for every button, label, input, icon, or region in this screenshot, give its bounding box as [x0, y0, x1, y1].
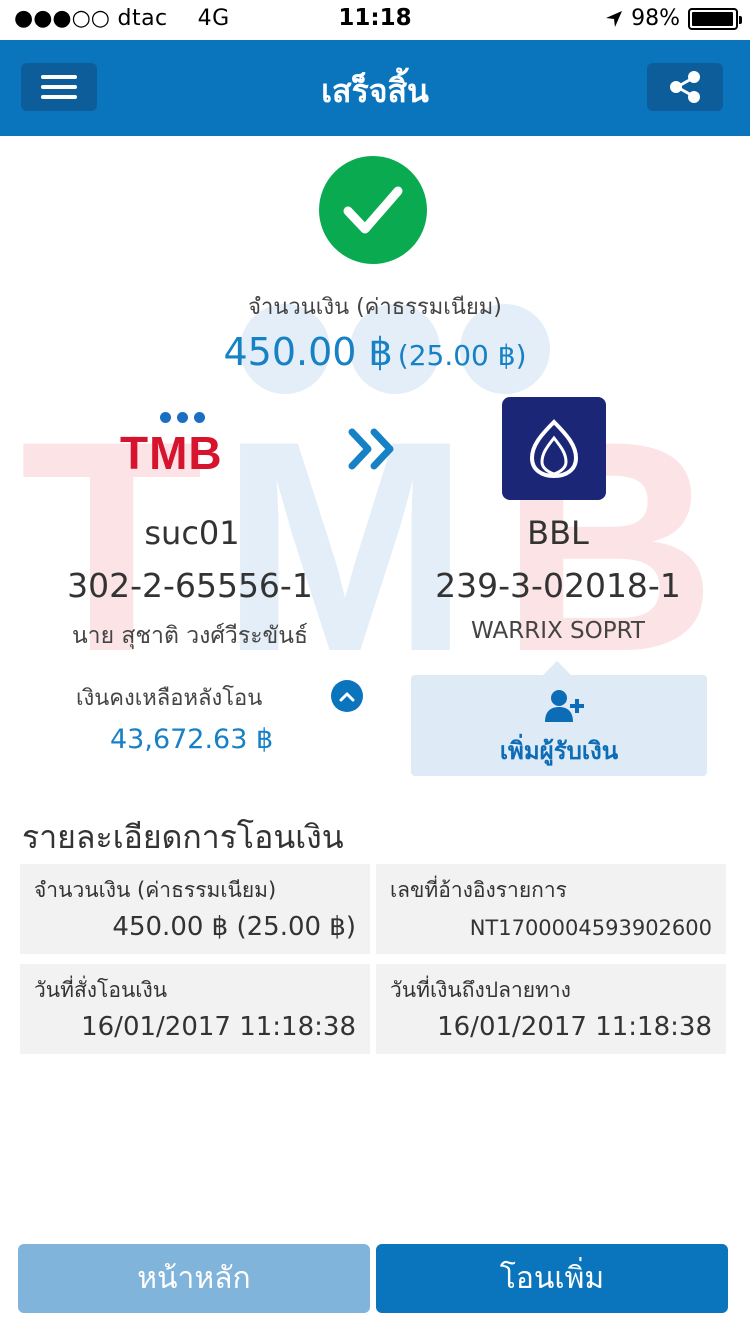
bbl-bank-logo: [502, 397, 606, 500]
from-account-name: suc01: [144, 514, 240, 552]
balance-value: 43,672.63 ฿: [110, 724, 274, 755]
transfer-more-button[interactable]: โอนเพิ่ม: [376, 1244, 728, 1313]
detail-value: 16/01/2017 11:18:38: [437, 1012, 712, 1042]
detail-reference-cell: เลขที่อ้างอิงรายการ NT1700004593902600: [376, 864, 726, 954]
detail-value: NT1700004593902600: [469, 916, 712, 940]
detail-value: 16/01/2017 11:18:38: [81, 1012, 356, 1042]
battery-icon: [688, 7, 742, 30]
amount-label: จำนวนเงิน (ค่าธรรมเนียม): [248, 295, 502, 320]
add-user-icon: [545, 690, 584, 722]
add-payee-label: เพิ่มผู้รับเงิน: [499, 737, 619, 765]
status-bar: ●●●○○ dtac 4G 11:18 98%: [0, 0, 750, 40]
battery-percent: 98%: [631, 6, 680, 31]
from-account-number: 302-2-65556-1: [67, 566, 313, 605]
detail-arrival-date-cell: วันที่เงินถึงปลายทาง 16/01/2017 11:18:38: [376, 964, 726, 1054]
check-icon: [343, 186, 403, 234]
transfer-complete-screen: ●●●○○ dtac 4G 11:18 98% เสร็จสิ้น T M B …: [0, 0, 750, 1334]
share-button[interactable]: [647, 63, 723, 111]
home-button[interactable]: หน้าหลัก: [18, 1244, 370, 1313]
to-account-number: 239-3-02018-1: [435, 566, 681, 605]
detail-label: วันที่เงินถึงปลายทาง: [390, 978, 571, 1002]
detail-label: วันที่สั่งโอนเงิน: [34, 978, 168, 1002]
amount-summary: 450.00 ฿ (25.00 ฿): [0, 330, 750, 374]
detail-label: จำนวนเงิน (ค่าธรรมเนียม): [34, 878, 277, 902]
location-arrow-icon: [606, 10, 623, 27]
detail-amount-cell: จำนวนเงิน (ค่าธรรมเนียม) 450.00 ฿ (25.00…: [20, 864, 370, 954]
detail-value: 450.00 ฿ (25.00 ฿): [112, 912, 356, 942]
header-bar: เสร็จสิ้น: [0, 40, 750, 136]
success-check-badge: [319, 156, 427, 264]
lotus-icon: [529, 418, 579, 478]
balance-toggle-button[interactable]: [331, 680, 363, 712]
detail-order-date-cell: วันที่สั่งโอนเงิน 16/01/2017 11:18:38: [20, 964, 370, 1054]
amount-value: 450.00 ฿: [223, 330, 393, 374]
tmb-logo-text: TMB: [120, 427, 223, 479]
to-bank-name: BBL: [527, 514, 589, 552]
double-chevron-right-icon: [348, 428, 394, 470]
tmb-bank-logo: TMB: [120, 412, 244, 479]
status-right: 98%: [605, 6, 742, 31]
chevron-up-icon: [339, 692, 355, 702]
battery-level: [692, 11, 733, 26]
to-account-owner: WARRIX SOPRT: [471, 618, 645, 644]
page-title: เสร็จสิ้น: [321, 72, 429, 110]
details-title: รายละเอียดการโอนเงิน: [22, 818, 344, 856]
share-icon: [670, 71, 700, 103]
from-account-owner: นาย สุชาติ วงศ์วีระขันธ์: [71, 623, 309, 649]
balance-label: เงินคงเหลือหลังโอน: [76, 686, 263, 711]
fee-value: (25.00 ฿): [397, 339, 527, 372]
detail-label: เลขที่อ้างอิงรายการ: [390, 878, 567, 902]
add-payee-button[interactable]: เพิ่มผู้รับเงิน: [411, 661, 707, 776]
